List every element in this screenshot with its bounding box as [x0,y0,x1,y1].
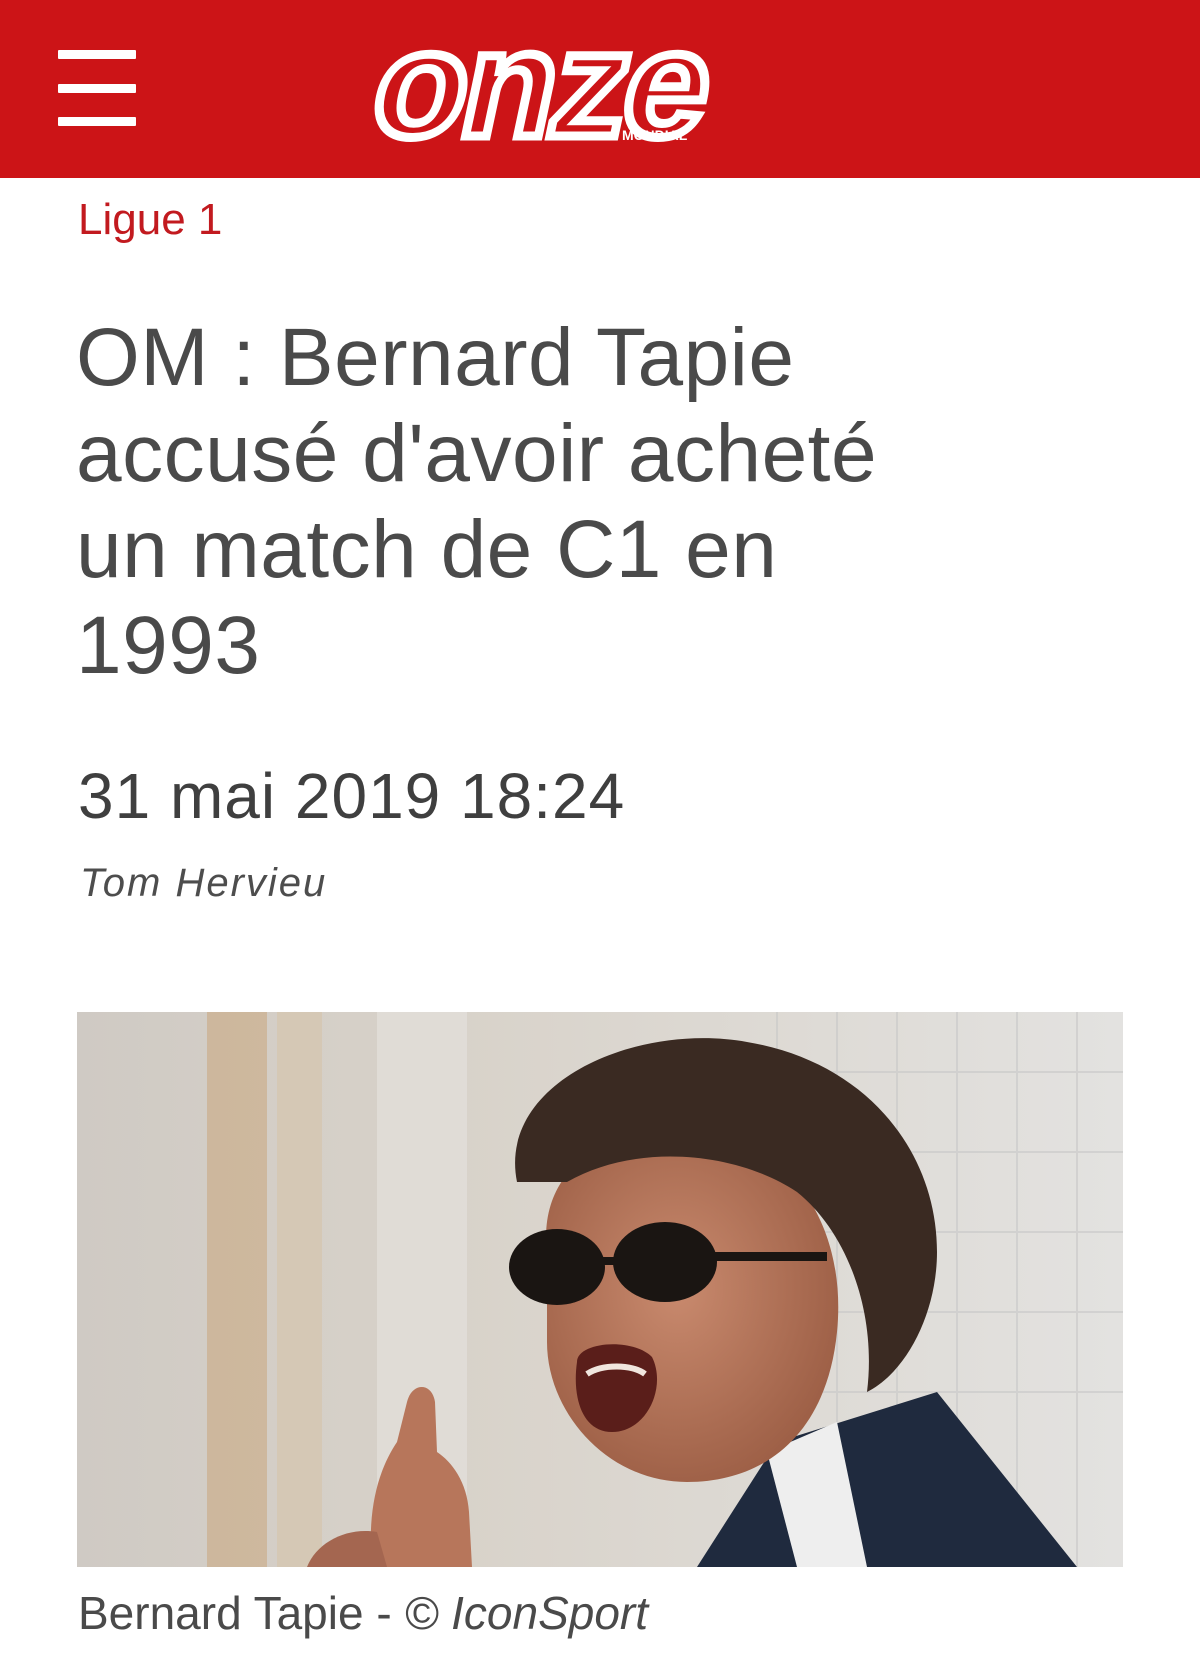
caption-credit: © IconSport [404,1587,649,1639]
headline-line: un match de C1 en [76,504,778,595]
menu-bar [58,117,136,126]
article-date: 31 mai 2019 18:24 [78,760,626,832]
site-header: onze MONDIAL [0,0,1200,178]
hamburger-menu-icon[interactable] [58,50,138,128]
article-headline: OM : Bernard Tapie accusé d'avoir acheté… [76,310,1156,694]
photo-illustration [77,1012,1123,1567]
headline-line: 1993 [76,600,261,691]
headline-line: OM : Bernard Tapie [76,312,795,403]
menu-bar [58,84,136,93]
category-link[interactable]: Ligue 1 [78,190,222,250]
site-logo[interactable]: onze MONDIAL [370,14,930,164]
caption-subject: Bernard Tapie - [78,1587,405,1639]
article-author[interactable]: Tom Hervieu [80,858,327,908]
headline-line: accusé d'avoir acheté [76,408,878,499]
logo-subtext: MONDIAL [622,127,688,143]
article-photo [77,1012,1123,1567]
onze-logo-graphic: onze MONDIAL [370,14,730,164]
menu-bar [58,50,136,59]
photo-caption: Bernard Tapie - © IconSport [78,1583,648,1643]
